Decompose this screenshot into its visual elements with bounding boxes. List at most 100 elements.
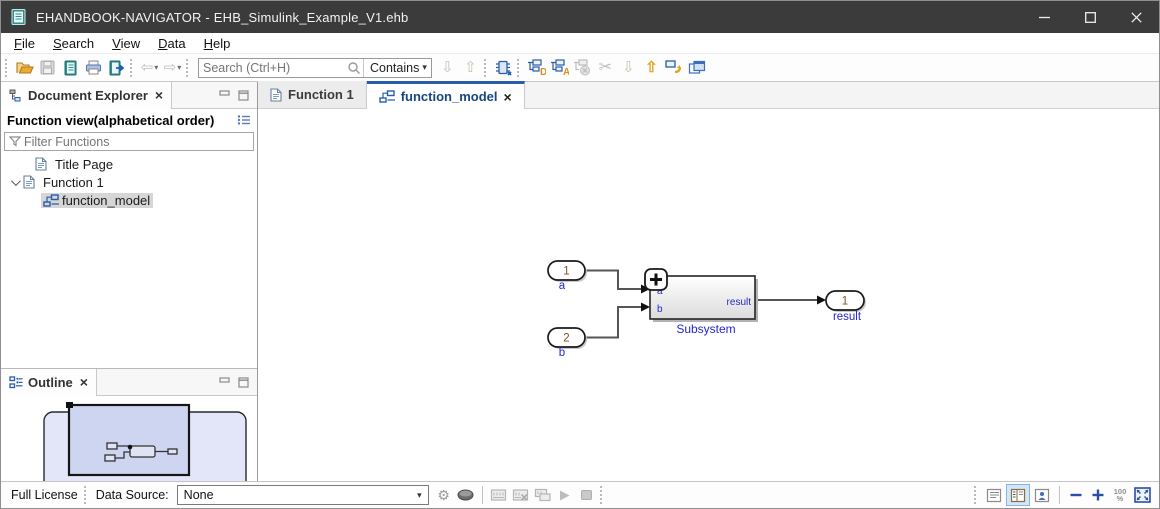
minimize-panel-button[interactable] — [219, 376, 230, 388]
minimize-button[interactable] — [1021, 1, 1067, 33]
definition-disabled-button — [571, 56, 594, 80]
cut-icon: ✂ — [598, 58, 613, 76]
model-navigation-button[interactable] — [492, 56, 515, 80]
toolbar-grip — [186, 58, 190, 77]
editor-tab-label[interactable]: Function 1 — [288, 87, 354, 102]
close-icon[interactable]: × — [155, 87, 163, 103]
search-input[interactable] — [199, 59, 347, 76]
subsystem-label[interactable]: Subsystem — [676, 322, 735, 336]
inport-1-number: 1 — [563, 266, 569, 278]
show-alias-button[interactable]: A — [548, 56, 571, 80]
filter-input[interactable] — [21, 134, 253, 149]
presenter-view-button[interactable] — [1030, 484, 1054, 506]
person-view-icon — [1034, 488, 1050, 502]
outline-icon — [9, 375, 23, 388]
split-view-button[interactable] — [1006, 484, 1030, 506]
zoom-out-icon — [1070, 493, 1082, 497]
tree-item-label[interactable]: Function 1 — [40, 174, 107, 191]
fit-screen-icon — [1133, 487, 1151, 503]
inport-2-label[interactable]: b — [559, 347, 565, 359]
close-icon[interactable]: × — [504, 89, 512, 105]
diagram-canvas[interactable]: a b result Subsystem 1 a 2 b 1 result — [258, 109, 1159, 481]
expand-subsystem-button[interactable] — [644, 268, 668, 291]
tab-outline[interactable]: Outline × — [1, 368, 97, 396]
settings-button[interactable]: ⚙ — [433, 484, 455, 506]
step-out-button[interactable]: ⇧ — [640, 56, 663, 80]
list-view-icon[interactable] — [237, 114, 251, 126]
definition-disabled-icon — [573, 59, 590, 76]
outline-viewport[interactable] — [67, 403, 191, 477]
tree-item-title-page[interactable]: Title Page — [1, 155, 257, 173]
menu-view[interactable]: View — [103, 34, 149, 53]
toolbar-grip — [130, 58, 134, 77]
data-disc-button[interactable] — [455, 484, 477, 506]
maximize-panel-button[interactable] — [238, 376, 249, 388]
new-window-button[interactable] — [686, 56, 709, 80]
outline-panel: Outline × — [1, 368, 257, 501]
chevron-down-icon[interactable] — [7, 175, 21, 186]
maximize-icon — [1084, 11, 1096, 23]
menu-data[interactable]: Data — [149, 34, 194, 53]
model-icon — [379, 90, 395, 103]
step-into-button: ⇩ — [617, 56, 640, 80]
document-view-button[interactable] — [982, 484, 1006, 506]
funnel-icon — [9, 136, 21, 147]
handbook-button[interactable] — [59, 56, 82, 80]
maximize-panel-button[interactable] — [238, 89, 249, 101]
tab-document-explorer[interactable]: Document Explorer × — [1, 81, 173, 109]
chevron-down-icon: ▾ — [417, 489, 422, 500]
svg-text:D: D — [540, 67, 546, 76]
model-chip-icon — [496, 60, 512, 76]
show-definition-button[interactable]: D — [525, 56, 548, 80]
tab-function-1[interactable]: Function 1 — [258, 81, 367, 108]
export-handbook-button[interactable] — [105, 56, 128, 80]
app-icon — [10, 8, 28, 26]
zoom-in-button[interactable] — [1087, 484, 1109, 506]
contains-dropdown-icon[interactable]: ▾ — [422, 62, 431, 73]
outline-viewport-handle[interactable] — [66, 402, 73, 408]
next-result-icon: ⇩ — [441, 59, 454, 76]
editor-tab-label[interactable]: function_model — [401, 89, 498, 104]
previous-result-button[interactable]: ⇧ — [459, 56, 482, 80]
next-result-button[interactable]: ⇩ — [436, 56, 459, 80]
zoom-level-icon: 100 % — [1110, 488, 1130, 503]
document-explorer-panel: Document Explorer × Function view(alphab… — [1, 81, 257, 368]
step-out-icon: ⇧ — [645, 59, 658, 76]
save-button[interactable] — [36, 56, 59, 80]
menu-file[interactable]: File — [5, 34, 44, 53]
menu-help[interactable]: Help — [195, 34, 240, 53]
go-to-parent-button[interactable] — [663, 56, 686, 80]
zoom-level-button[interactable]: 100 % — [1109, 484, 1131, 506]
open-button[interactable] — [13, 56, 36, 80]
menu-search[interactable]: Search — [44, 34, 103, 53]
print-button[interactable] — [82, 56, 105, 80]
inport-1-label[interactable]: a — [559, 280, 566, 292]
close-icon[interactable]: × — [80, 374, 88, 390]
close-button[interactable] — [1113, 1, 1159, 33]
outline-thumbnail[interactable] — [1, 396, 257, 501]
close-icon — [1130, 11, 1142, 23]
tree-item-function-1[interactable]: Function 1 — [1, 173, 257, 191]
document-view-icon — [986, 488, 1002, 502]
contains-dropdown[interactable]: Contains — [366, 61, 422, 75]
minimize-panel-button[interactable] — [219, 89, 230, 101]
data-source-select[interactable]: None ▾ — [176, 485, 429, 505]
back-button[interactable]: ⇦ ▾ — [138, 56, 161, 80]
split-view-icon — [1010, 488, 1026, 502]
outport-1-label[interactable]: result — [833, 311, 862, 323]
maximize-button[interactable] — [1067, 1, 1113, 33]
tree-item-function-model[interactable]: function_model — [1, 191, 257, 209]
forward-button[interactable]: ⇨ ▾ — [161, 56, 184, 80]
zoom-level-percent: % — [1116, 494, 1124, 503]
gear-icon: ⚙ — [437, 486, 450, 503]
nav-back-dropdown-icon[interactable]: ▾ — [154, 63, 158, 72]
tab-function-model[interactable]: function_model × — [366, 81, 525, 109]
zoom-out-button[interactable] — [1065, 484, 1087, 506]
fit-to-screen-button[interactable] — [1131, 484, 1153, 506]
tree-item-label[interactable]: Title Page — [52, 156, 116, 173]
selected-tree-item[interactable]: function_model — [41, 192, 154, 208]
tree-item-label[interactable]: function_model — [62, 193, 150, 208]
cut-path-button: ✂ — [594, 56, 617, 80]
toolbar-grip — [5, 58, 9, 77]
nav-forward-dropdown-icon[interactable]: ▾ — [177, 63, 181, 72]
